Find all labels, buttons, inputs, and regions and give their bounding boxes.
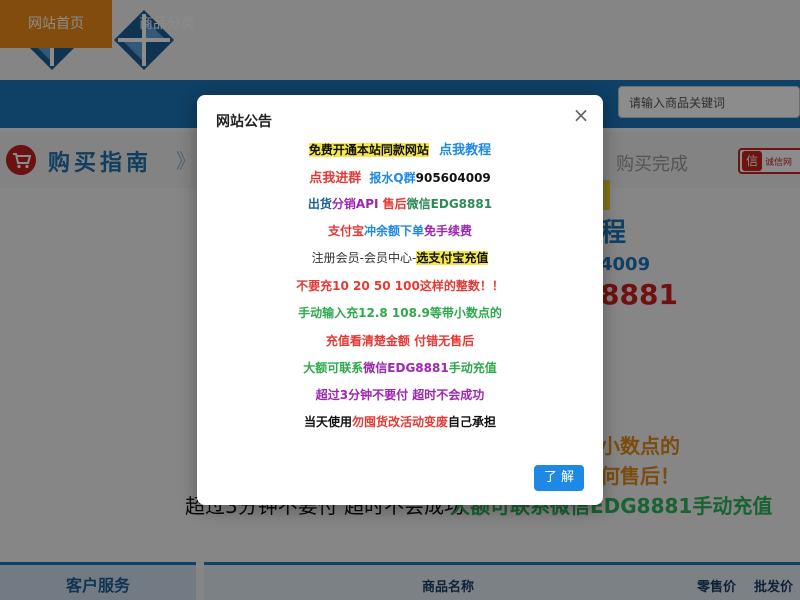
recharge-label: 冲余额下单 bbox=[363, 224, 424, 238]
notice-line-6: 不要充10 20 50 100这样的整数！！ bbox=[296, 279, 504, 293]
aftersale-label: 售后 bbox=[382, 197, 407, 211]
notice-line-10: 超过3分钟不要付 超时不会成功 bbox=[315, 388, 485, 402]
announcement-dialog: 网站公告 × 免费开通本站同款网站 点我教程 点我进群 报水Q群90560400… bbox=[197, 95, 603, 505]
close-icon[interactable]: × bbox=[571, 105, 591, 125]
notice-line-4: 支付宝冲余额下单免手续费 bbox=[197, 222, 603, 239]
no-fee-label: 免手续费 bbox=[424, 224, 473, 238]
notice-line-1: 免费开通本站同款网站 点我教程 bbox=[197, 139, 603, 158]
notice-line-9: 大额可联系微信EDG8881手动充值 bbox=[197, 359, 603, 376]
large-amount-label: 大额可联系 bbox=[303, 361, 364, 375]
alipay-label: 支付宝 bbox=[327, 224, 364, 238]
dialog-title: 网站公告 bbox=[216, 114, 272, 130]
confirm-button[interactable]: 了 解 bbox=[534, 465, 584, 491]
notice-line-11: 当天使用勿囤货改活动变废自己承担 bbox=[197, 413, 603, 430]
notice-line-2: 点我进群 报水Q群905604009 bbox=[197, 167, 603, 186]
manual-recharge-label: 手动充值 bbox=[448, 361, 497, 375]
same-day-label: 当天使用 bbox=[303, 415, 352, 429]
no-hoarding-label: 勿囤货改活动变废 bbox=[351, 415, 448, 429]
wechat-id: 微信EDG8881 bbox=[406, 197, 493, 211]
join-group-link[interactable]: 点我进群 bbox=[309, 171, 361, 186]
qq-group-number: 905604009 bbox=[415, 171, 491, 185]
register-path: 注册会员-会员中心- bbox=[311, 251, 417, 265]
free-site-link[interactable]: 免费开通本站同款网站 bbox=[308, 143, 429, 157]
notice-line-7: 手动输入充12.8 108.9等带小数点的 bbox=[298, 306, 502, 320]
notice-line-5: 注册会员-会员中心-选支付宝充值 bbox=[197, 249, 603, 266]
alipay-recharge-hint: 选支付宝充值 bbox=[416, 251, 489, 265]
shipping-label: 出货 bbox=[307, 197, 332, 211]
qq-group-label: 报水Q群 bbox=[369, 171, 416, 185]
notice-line-8: 充值看清楚金额 付错无售后 bbox=[325, 334, 475, 348]
tutorial-link[interactable]: 点我教程 bbox=[439, 143, 491, 158]
notice-line-3: 出货分销API 售后微信EDG8881 bbox=[197, 195, 603, 212]
wechat-contact: 微信EDG8881 bbox=[363, 361, 449, 375]
self-responsible-label: 自己承担 bbox=[448, 415, 497, 429]
api-label: 分销API bbox=[331, 197, 379, 211]
